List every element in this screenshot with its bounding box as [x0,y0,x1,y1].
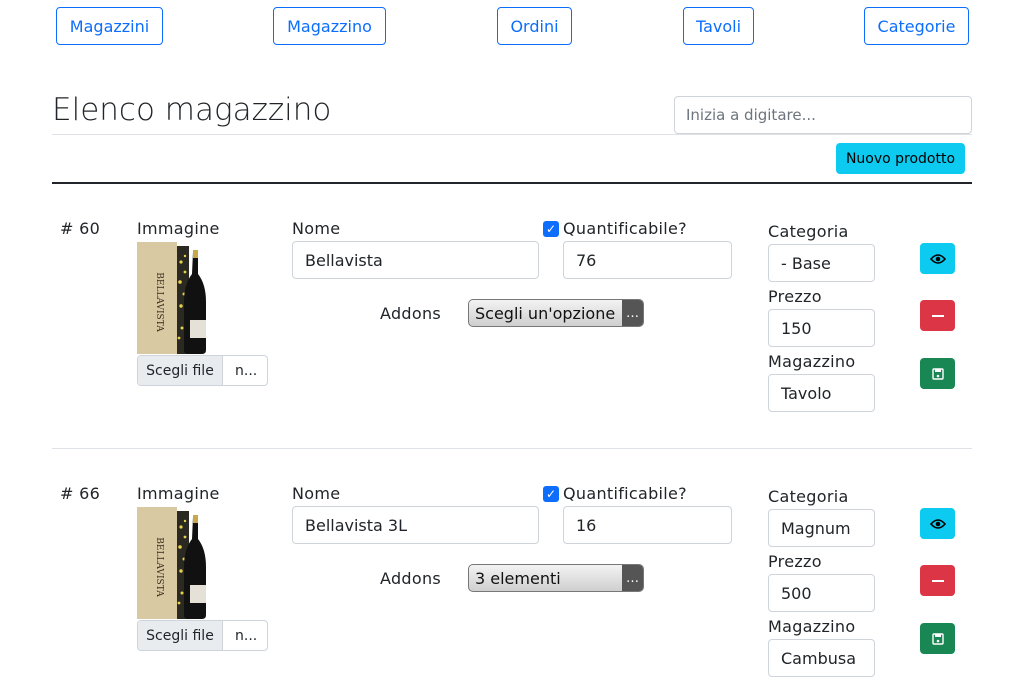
page-title: Elenco magazzino [52,92,332,128]
image-label: Immagine [137,484,220,503]
addons-select[interactable]: 3 elementi … [468,564,644,592]
title-divider [52,134,972,135]
floppy-icon [931,367,944,380]
name-label: Nome [292,484,341,503]
nav-categorie-button[interactable]: Categorie [864,7,969,45]
addons-label: Addons [380,569,442,588]
price-field[interactable]: 150 [768,309,875,347]
delete-button[interactable] [920,300,955,331]
new-product-button[interactable]: Nuovo prodotto [836,143,965,174]
quantity-field[interactable]: 16 [563,506,732,544]
product-row: # 60 Immagine BELLAVISTA Scegli file n..… [0,190,1020,448]
addons-value: Scegli un'opzione [475,303,616,323]
category-label: Categoria [768,222,849,241]
quantity-field[interactable]: 76 [563,241,732,279]
nav-magazzini-button[interactable]: Magazzini [56,7,163,45]
category-label: Categoria [768,487,849,506]
nav-ordini-button[interactable]: Ordini [497,7,572,45]
price-field[interactable]: 500 [768,574,875,612]
delete-button[interactable] [920,565,955,596]
product-id: # 66 [60,484,101,503]
quantifiable-label: Quantificabile? [563,484,687,503]
price-label: Prezzo [768,287,822,306]
price-label: Prezzo [768,552,822,571]
floppy-icon [931,632,944,645]
more-icon: … [622,565,643,591]
file-input[interactable]: Scegli file n... [137,355,268,386]
more-icon: … [622,300,643,326]
search-input[interactable]: Inizia a digitare... [674,96,972,134]
minus-icon [931,314,944,317]
nav-tavoli-button[interactable]: Tavoli [683,7,754,45]
addons-value: 3 elementi [475,568,561,588]
warehouse-field[interactable]: Tavolo [768,374,875,412]
addons-select[interactable]: Scegli un'opzione … [468,299,644,327]
nav-magazzino-button[interactable]: Magazzino [273,7,386,45]
save-button[interactable] [920,358,955,389]
product-row: # 66 Immagine BELLAVISTA Scegli file n..… [0,455,1020,686]
svg-text:BELLAVISTA: BELLAVISTA [154,272,164,332]
addons-label: Addons [380,304,442,323]
eye-icon [929,253,946,264]
save-button[interactable] [920,623,955,654]
product-image: BELLAVISTA [137,507,207,619]
header-divider [52,182,972,184]
category-field[interactable]: Magnum [768,509,875,547]
svg-text:BELLAVISTA: BELLAVISTA [154,537,164,597]
image-label: Immagine [137,219,220,238]
warehouse-field[interactable]: Cambusa [768,639,875,677]
product-image: BELLAVISTA [137,242,207,354]
file-name: n... [235,627,258,644]
choose-file-button[interactable]: Scegli file [138,356,223,385]
category-field[interactable]: - Base [768,244,875,282]
warehouse-label: Magazzino [768,352,856,371]
row-divider [52,448,972,449]
minus-icon [931,579,944,582]
quantifiable-checkbox[interactable]: ✓ [543,486,559,502]
eye-icon [929,518,946,529]
view-button[interactable] [920,508,955,539]
quantifiable-label: Quantificabile? [563,219,687,238]
choose-file-button[interactable]: Scegli file [138,621,223,650]
name-field[interactable]: Bellavista [292,241,539,279]
file-input[interactable]: Scegli file n... [137,620,268,651]
warehouse-label: Magazzino [768,617,856,636]
name-field[interactable]: Bellavista 3L [292,506,539,544]
name-label: Nome [292,219,341,238]
view-button[interactable] [920,243,955,274]
file-name: n... [235,362,258,379]
quantifiable-checkbox[interactable]: ✓ [543,221,559,237]
product-id: # 60 [60,219,101,238]
